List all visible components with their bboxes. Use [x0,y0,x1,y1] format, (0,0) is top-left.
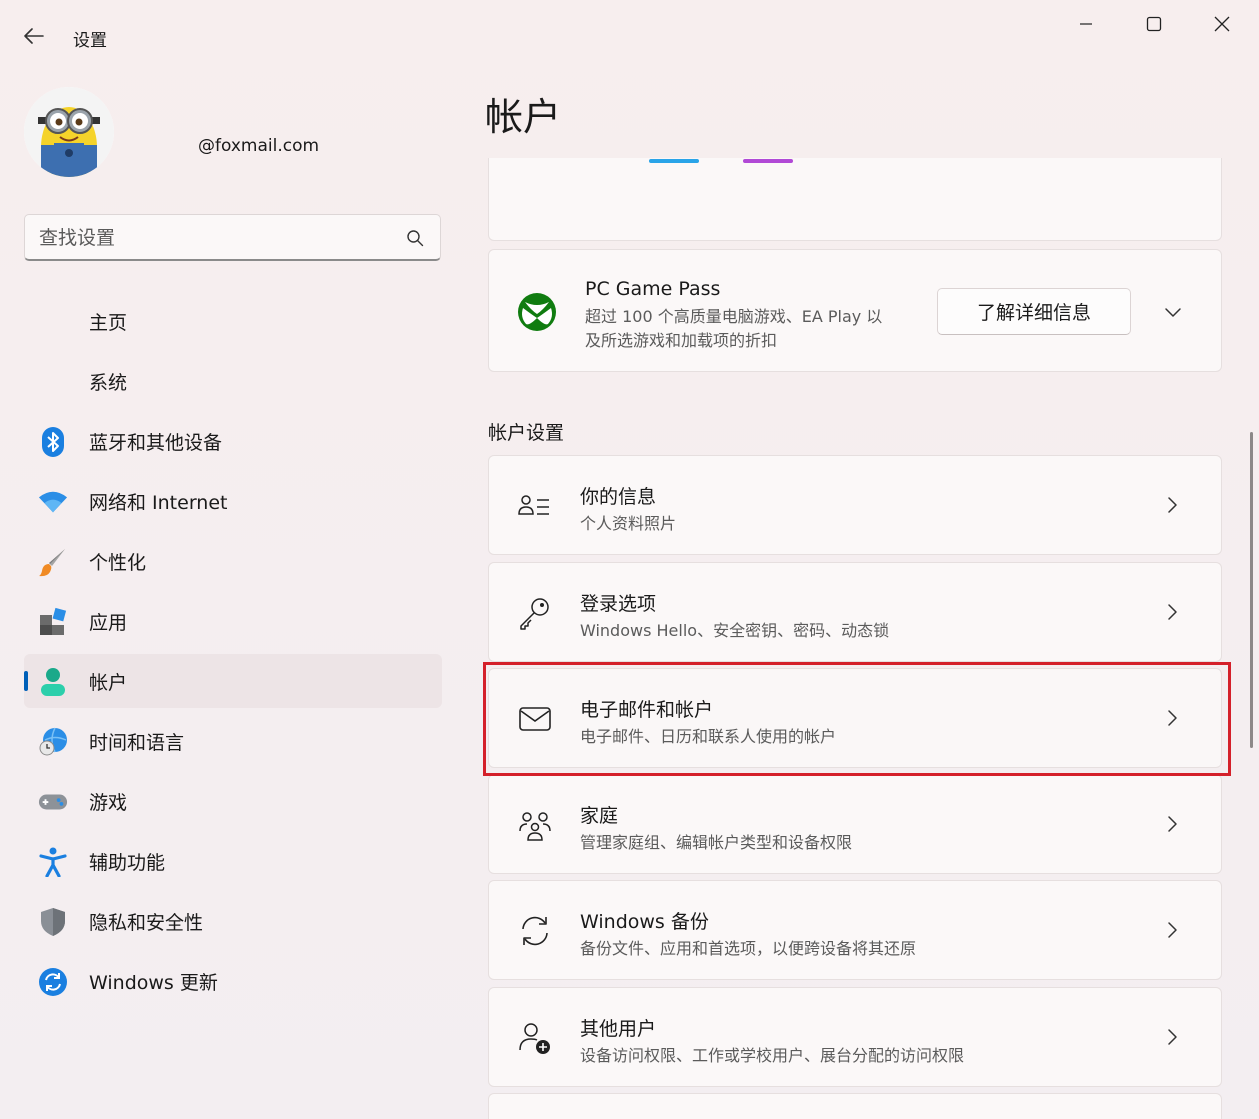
gamepass-card[interactable]: PC Game Pass 超过 100 个高质量电脑游戏、EA Play 以 及… [488,249,1222,372]
settings-row-sign-in-options[interactable]: 登录选项 Windows Hello、安全密钥、密码、动态锁 [488,562,1222,662]
sidebar-item-accounts[interactable]: 帐户 [24,654,442,708]
sidebar-item-label: 辅助功能 [89,851,166,874]
sidebar-item-label: 应用 [89,611,128,634]
sidebar-item-label: 个性化 [89,551,147,574]
sidebar-item-accessibility[interactable]: 辅助功能 [24,834,442,888]
xbox-icon [518,293,556,331]
row-title: 你的信息 [580,486,657,508]
partial-card [488,1093,1222,1119]
section-title: 帐户设置 [488,422,565,444]
paintbrush-icon [38,547,68,577]
profile-email: @foxmail.com [198,136,320,156]
sidebar-item-label: Windows 更新 [89,971,218,994]
add-person-icon [519,1023,550,1054]
chevron-right-icon [1168,497,1177,513]
title-bar: 设置 [0,0,1259,70]
sync-icon [38,967,68,997]
gamepass-description-line: 超过 100 个高质量电脑游戏、EA Play 以 [585,307,883,326]
row-title: 电子邮件和帐户 [580,699,714,721]
sidebar-item-label: 时间和语言 [89,731,185,754]
chevron-right-icon [1168,604,1177,620]
settings-row-email-accounts[interactable]: 电子邮件和帐户 电子邮件、日历和联系人使用的帐户 [488,668,1222,768]
sidebar-item-label: 隐私和安全性 [89,911,204,934]
partial-card [488,158,1222,241]
mail-icon [519,707,551,731]
settings-window: 设置 @foxmail.com 查找设置 主页 系统 蓝牙和其他设备 网络和 I… [0,0,1259,1119]
person-icon [38,667,68,697]
sidebar-item-personalization[interactable]: 个性化 [24,534,442,588]
sidebar-item-label: 主页 [89,311,128,334]
family-icon [519,812,551,841]
gamepass-description-line: 及所选游戏和加载项的折扣 [585,331,778,350]
sidebar-item-windows-update[interactable]: Windows 更新 [24,954,442,1008]
chevron-down-icon[interactable] [1161,300,1185,324]
search-icon[interactable] [406,229,424,247]
settings-row-your-info[interactable]: 你的信息 个人资料照片 [488,455,1222,555]
sidebar-item-label: 网络和 Internet [89,491,228,514]
row-subtitle: 管理家庭组、编辑帐户类型和设备权限 [580,833,853,852]
row-subtitle: 备份文件、应用和首选项，以便跨设备将其还原 [580,939,917,958]
sync-arrows-icon [522,916,548,946]
sidebar-item-label: 系统 [89,371,128,394]
maximize-icon [1146,16,1162,32]
sidebar-item-network[interactable]: 网络和 Internet [24,474,442,528]
close-button[interactable] [1199,8,1245,40]
key-icon [520,598,549,630]
arrow-left-icon [24,28,44,44]
settings-row-windows-backup[interactable]: Windows 备份 备份文件、应用和首选项，以便跨设备将其还原 [488,880,1222,980]
search-input[interactable] [39,223,399,253]
settings-row-other-users[interactable]: 其他用户 设备访问权限、工作或学校用户、展台分配的访问权限 [488,987,1222,1087]
row-title: 家庭 [580,805,619,827]
minimize-icon [1080,23,1092,25]
chevron-right-icon [1168,710,1177,726]
wifi-icon [38,487,68,517]
learn-more-button[interactable]: 了解详细信息 [937,288,1131,335]
gamepass-title: PC Game Pass [585,278,721,300]
gamepad-icon [38,787,68,817]
bluetooth-icon [38,427,68,457]
globe-clock-icon [38,727,68,757]
chevron-right-icon [1168,922,1177,938]
active-indicator [24,671,28,691]
maximize-button[interactable] [1131,8,1177,40]
sidebar-item-system[interactable]: 系统 [24,354,442,408]
row-title: Windows 备份 [580,911,709,933]
minion-avatar-icon [24,87,114,177]
person-list-icon [518,495,549,515]
search-box[interactable] [24,214,441,261]
sidebar-item-label: 游戏 [89,791,128,814]
settings-row-family[interactable]: 家庭 管理家庭组、编辑帐户类型和设备权限 [488,774,1222,874]
row-subtitle: Windows Hello、安全密钥、密码、动态锁 [580,621,890,640]
sidebar-item-privacy[interactable]: 隐私和安全性 [24,894,442,948]
row-subtitle: 电子邮件、日历和联系人使用的帐户 [580,727,837,746]
app-title: 设置 [73,31,107,51]
row-title: 其他用户 [580,1018,657,1040]
sidebar-item-time-language[interactable]: 时间和语言 [24,714,442,768]
sidebar-nav: 主页 系统 蓝牙和其他设备 网络和 Internet 个性化 应用 帐户 时间和… [24,294,442,1014]
avatar[interactable] [24,87,114,177]
sidebar-item-bluetooth[interactable]: 蓝牙和其他设备 [24,414,442,468]
row-subtitle: 设备访问权限、工作或学校用户、展台分配的访问权限 [580,1046,965,1065]
gamepass-description: 超过 100 个高质量电脑游戏、EA Play 以 及所选游戏和加载项的折扣 [585,305,915,353]
decorative-bar [743,159,793,163]
sidebar-item-label: 帐户 [89,671,128,694]
sidebar-item-label: 蓝牙和其他设备 [89,431,223,454]
chevron-right-icon [1168,1029,1177,1045]
row-title: 登录选项 [580,593,657,615]
accessibility-icon [38,847,68,877]
scrollbar[interactable] [1250,432,1253,748]
sidebar-item-gaming[interactable]: 游戏 [24,774,442,828]
page-title: 帐户 [485,95,562,139]
apps-icon [38,607,68,637]
sidebar-item-home[interactable]: 主页 [24,294,442,348]
sidebar-item-apps[interactable]: 应用 [24,594,442,648]
row-subtitle: 个人资料照片 [580,514,677,533]
back-button[interactable] [16,20,52,52]
content-scroll-area[interactable]: PC Game Pass 超过 100 个高质量电脑游戏、EA Play 以 及… [486,158,1226,1119]
minimize-button[interactable] [1063,8,1109,40]
shield-icon [38,907,68,937]
chevron-right-icon [1168,816,1177,832]
close-icon [1214,16,1230,32]
decorative-bar [649,159,699,163]
